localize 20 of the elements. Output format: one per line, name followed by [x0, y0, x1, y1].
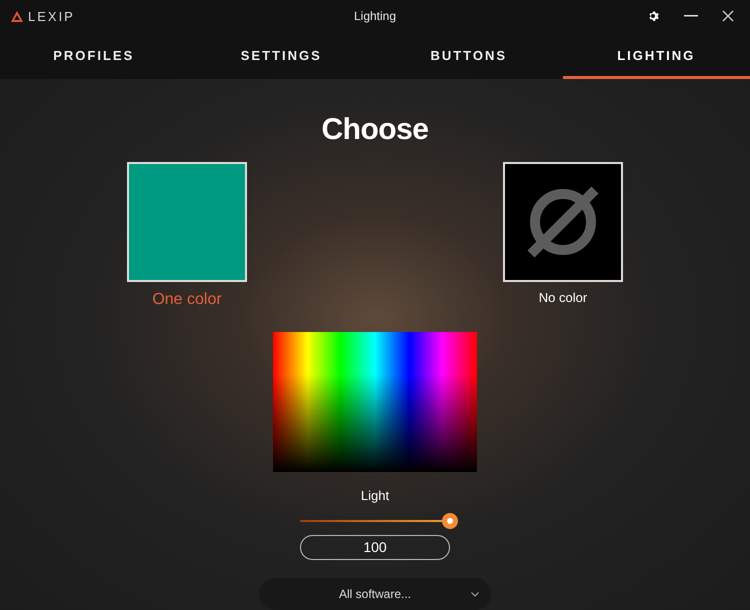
tab[interactable]: SETTINGS: [188, 32, 375, 78]
tab[interactable]: BUTTONS: [375, 32, 562, 78]
color-swatch[interactable]: [127, 162, 247, 282]
minimize-icon[interactable]: [684, 15, 698, 18]
light-label: Light: [360, 486, 390, 505]
window-title: Lighting: [354, 8, 396, 26]
heading: Choose: [321, 112, 428, 148]
no-color-tile[interactable]: [503, 162, 623, 282]
settings-icon[interactable]: [648, 10, 660, 22]
color-spectrum[interactable]: [273, 332, 477, 472]
empty-set-icon: [525, 184, 601, 260]
logo-icon: [10, 10, 24, 23]
close-icon[interactable]: [722, 10, 734, 22]
option-label: One color: [152, 290, 222, 310]
light-value-field[interactable]: 100: [300, 535, 450, 560]
chevron-icon: [471, 592, 479, 596]
tab[interactable]: PROFILES: [0, 32, 188, 78]
option-label: No color: [538, 288, 588, 306]
logo-text: LEXIP: [28, 8, 75, 26]
software-dropdown[interactable]: All software...: [259, 578, 491, 610]
